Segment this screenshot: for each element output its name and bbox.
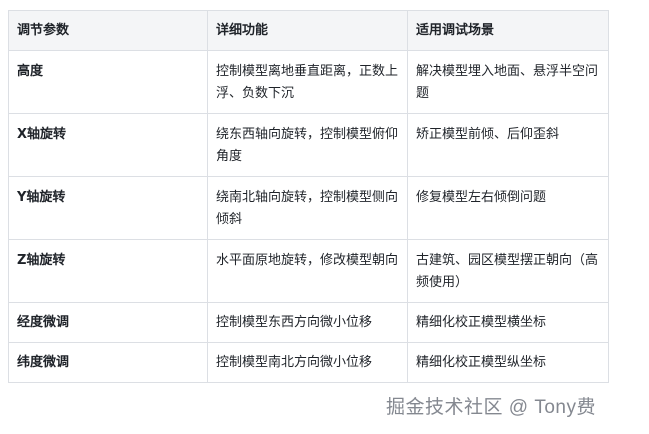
cell-param: 高度 [8, 50, 208, 114]
cell-function: 控制模型离地垂直距离，正数上浮、负数下沉 [207, 50, 408, 114]
cell-param: 纬度微调 [8, 342, 208, 383]
cell-scenario: 解决模型埋入地面、悬浮半空问题 [407, 50, 609, 114]
table-row: 高度 控制模型离地垂直距离，正数上浮、负数下沉 解决模型埋入地面、悬浮半空问题 [8, 50, 609, 114]
cell-param: 经度微调 [8, 302, 208, 343]
cell-scenario: 精细化校正模型纵坐标 [407, 342, 609, 383]
parameter-table: 调节参数 详细功能 适用调试场景 高度 控制模型离地垂直距离，正数上浮、负数下沉… [8, 10, 609, 383]
cell-param: Y轴旋转 [8, 176, 208, 240]
watermark: 掘金技术社区 @ Tony费 [386, 397, 596, 418]
table-row: X轴旋转 绕东西轴向旋转，控制模型俯仰角度 矫正模型前倾、后仰歪斜 [8, 113, 609, 177]
cell-param: X轴旋转 [8, 113, 208, 177]
cell-function: 控制模型南北方向微小位移 [207, 342, 408, 383]
cell-scenario: 古建筑、园区模型摆正朝向（高频使用） [407, 239, 609, 303]
table-body: 高度 控制模型离地垂直距离，正数上浮、负数下沉 解决模型埋入地面、悬浮半空问题 … [8, 50, 609, 383]
table-row: Z轴旋转 水平面原地旋转，修改模型朝向 古建筑、园区模型摆正朝向（高频使用） [8, 239, 609, 303]
cell-scenario: 精细化校正模型横坐标 [407, 302, 609, 343]
cell-scenario: 修复模型左右倾倒问题 [407, 176, 609, 240]
table-header: 调节参数 详细功能 适用调试场景 [8, 10, 609, 51]
table-row: 经度微调 控制模型东西方向微小位移 精细化校正模型横坐标 [8, 302, 609, 343]
cell-scenario: 矫正模型前倾、后仰歪斜 [407, 113, 609, 177]
cell-function: 绕南北轴向旋转，控制模型侧向倾斜 [207, 176, 408, 240]
cell-function: 水平面原地旋转，修改模型朝向 [207, 239, 408, 303]
table-row: Y轴旋转 绕南北轴向旋转，控制模型侧向倾斜 修复模型左右倾倒问题 [8, 176, 609, 240]
parameter-table-container: 调节参数 详细功能 适用调试场景 高度 控制模型离地垂直距离，正数上浮、负数下沉… [8, 10, 609, 383]
cell-param: Z轴旋转 [8, 239, 208, 303]
table-row: 纬度微调 控制模型南北方向微小位移 精细化校正模型纵坐标 [8, 342, 609, 383]
cell-function: 控制模型东西方向微小位移 [207, 302, 408, 343]
header-function: 详细功能 [207, 10, 408, 51]
header-scenario: 适用调试场景 [407, 10, 609, 51]
table-header-row: 调节参数 详细功能 适用调试场景 [8, 10, 609, 51]
header-param: 调节参数 [8, 10, 208, 51]
cell-function: 绕东西轴向旋转，控制模型俯仰角度 [207, 113, 408, 177]
